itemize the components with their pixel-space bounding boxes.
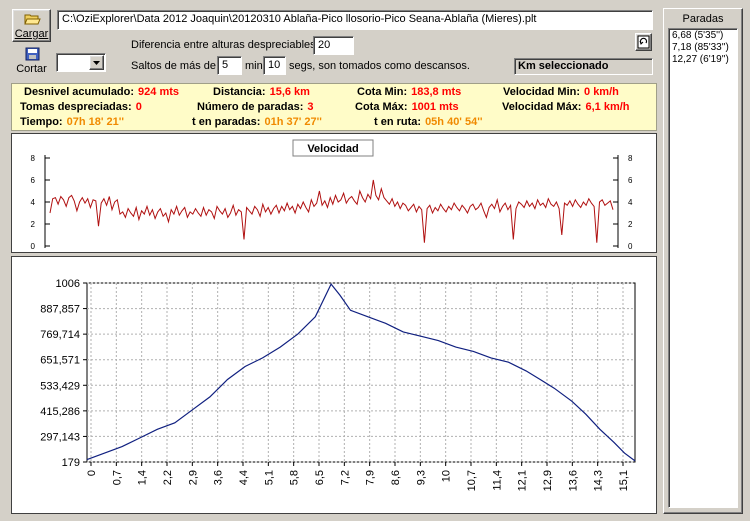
file-path-input[interactable]: C:\OziExplorer\Data 2012 Joaquin\2012031…	[57, 10, 653, 30]
save-icon	[25, 47, 40, 61]
cut-button[interactable]: Cortar	[12, 44, 51, 75]
track-select[interactable]	[56, 53, 106, 72]
min-label: min	[245, 60, 263, 72]
plot-area	[86, 282, 636, 463]
y-tick-label: 0	[31, 242, 36, 251]
stat-paradas: Número de paradas: 3	[197, 101, 314, 113]
x-tick-label: 11,4	[491, 470, 503, 491]
stat-distancia: Distancia: 15,6 km	[213, 86, 310, 98]
jumps-sec-input[interactable]: 10	[263, 56, 286, 75]
stops-title: Paradas	[682, 13, 724, 25]
x-tick-label: 9,3	[415, 470, 427, 485]
folder-open-icon	[24, 13, 41, 26]
y-tick-label: 297,143	[40, 431, 80, 443]
stat-vel-max: Velocidad Máx: 6,1 km/h	[502, 101, 630, 113]
stats-panel: Desnivel acumulado: 924 mts Distancia: 15,…	[11, 83, 657, 131]
y-tick-label: 0	[628, 242, 633, 251]
stat-desnivel: Desnivel acumulado: 924 mts	[24, 86, 180, 98]
y-tick-label: 769,714	[40, 329, 80, 341]
x-tick-label: 0,7	[111, 470, 123, 485]
stat-t-paradas: t en paradas: 01h 37' 27''	[192, 116, 322, 128]
load-button-label: Cargar	[14, 28, 49, 40]
x-tick-label: 5,1	[263, 470, 275, 485]
x-tick-label: 14,3	[593, 470, 605, 491]
list-item[interactable]: 12,27 (6'19'')	[669, 54, 737, 66]
speed-chart-panel: 0 0 2 2 4 4 6 6 8 8 Velocidad	[11, 133, 657, 253]
y-tick-label: 415,286	[40, 406, 80, 418]
refresh-button[interactable]	[635, 33, 652, 51]
y-tick-label: 2	[628, 220, 633, 229]
km-selected-label: Km seleccionado	[518, 60, 609, 72]
speed-series-line	[49, 179, 614, 243]
seconds-label: segs, son tomados como descansos.	[289, 60, 470, 72]
altitude-diff-input[interactable]: 20	[313, 36, 354, 55]
chart-title: Velocidad	[307, 143, 358, 155]
x-tick-label: 2,9	[187, 470, 199, 485]
stops-panel: Paradas 6,68 (5'35'') 7,18 (85'33'') 12,…	[663, 8, 743, 514]
x-tick-label: 0	[86, 470, 98, 476]
x-tick-label: 2,2	[162, 470, 174, 485]
y-tick-label: 179	[62, 457, 80, 469]
x-tick-label: 8,6	[390, 470, 402, 485]
load-button[interactable]: Cargar	[12, 9, 51, 42]
x-tick-label: 12,1	[517, 470, 529, 491]
x-tick-label: 7,2	[339, 470, 351, 485]
y-tick-label: 533,429	[40, 380, 80, 392]
list-item[interactable]: 7,18 (85'33'')	[669, 42, 737, 54]
x-tick-label: 4,4	[238, 470, 250, 485]
chevron-down-icon[interactable]	[89, 55, 104, 70]
y-tick-label: 1006	[56, 278, 80, 290]
y-tick-label: 6	[628, 176, 633, 185]
y-tick-label: 8	[628, 154, 633, 163]
cut-button-label: Cortar	[16, 63, 47, 75]
x-tick-label: 1,4	[137, 470, 149, 485]
jumps-label: Saltos de más de	[131, 60, 216, 72]
stat-tomas: Tomas despreciadas: 0	[20, 101, 142, 113]
y-tick-label: 4	[31, 198, 36, 207]
y-tick-label: 2	[31, 220, 36, 229]
altitude-diff-label: Diferencia entre alturas despreciables:	[131, 39, 319, 51]
speed-chart: 0 0 2 2 4 4 6 6 8 8 Velocidad	[31, 139, 633, 251]
stat-cota-min: Cota Min: 183,8 mts	[357, 86, 462, 98]
refresh-icon	[637, 35, 650, 49]
x-tick-label: 12,9	[542, 470, 554, 491]
y-tick-label: 6	[31, 176, 36, 185]
x-tick-label: 10,7	[466, 470, 478, 491]
altitude-chart-panel: 179 297,143 415,286 533,429 651,571 769,714 88…	[11, 256, 657, 514]
x-tick-label: 10	[441, 470, 453, 482]
altitude-chart: 179 297,143 415,286 533,429 651,571 769,714 88…	[40, 278, 636, 491]
stops-list[interactable]: 6,68 (5'35'') 7,18 (85'33'') 12,27 (6'19…	[668, 28, 738, 508]
x-tick-label: 5,8	[289, 470, 301, 485]
stat-tiempo: Tiempo: 07h 18' 21''	[20, 116, 124, 128]
y-tick-label: 651,571	[40, 355, 80, 367]
km-selected-box: Km seleccionado	[514, 58, 653, 75]
x-tick-label: 3,6	[213, 470, 225, 485]
stat-vel-min: Velocidad Min: 0 km/h	[503, 86, 619, 98]
x-tick-label: 15,1	[618, 470, 630, 491]
y-tick-label: 4	[628, 198, 633, 207]
x-tick-label: 6,5	[314, 470, 326, 485]
x-tick-label: 7,9	[365, 470, 377, 485]
x-tick-label: 13,6	[567, 470, 579, 491]
y-tick-label: 8	[31, 154, 36, 163]
list-item[interactable]: 6,68 (5'35'')	[669, 30, 737, 42]
stat-cota-max: Cota Máx: 1001 mts	[355, 101, 459, 113]
stat-t-ruta: t en ruta: 05h 40' 54''	[374, 116, 483, 128]
jumps-min-input[interactable]: 5	[217, 56, 242, 75]
y-tick-label: 887,857	[40, 304, 80, 316]
